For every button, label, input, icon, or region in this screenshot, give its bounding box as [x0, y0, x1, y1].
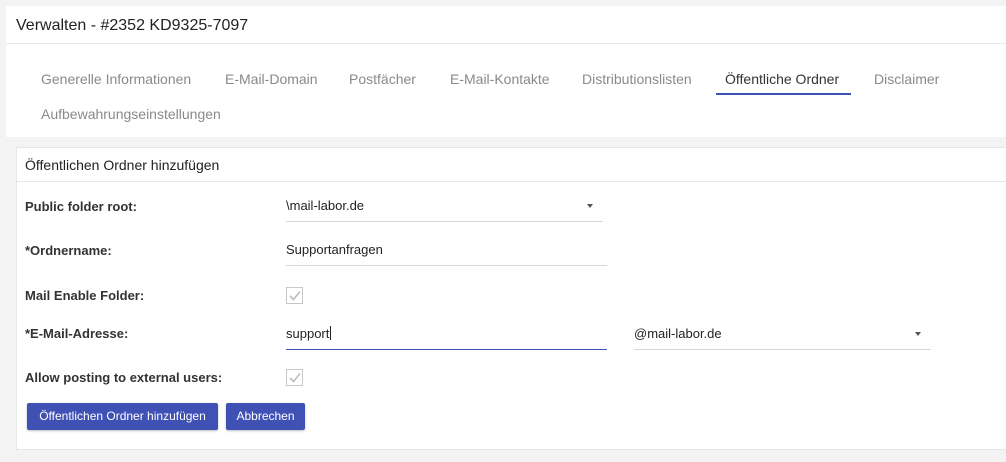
- page-title: Verwalten - #2352 KD9325-7097: [16, 17, 249, 34]
- email-address-input[interactable]: support: [286, 326, 607, 350]
- mail-enable-folder-checkbox[interactable]: [286, 287, 303, 304]
- active-tab-indicator: [716, 93, 851, 95]
- email-domain-select[interactable]: @mail-labor.de: [634, 326, 931, 350]
- add-public-folder-button[interactable]: Öffentlichen Ordner hinzufügen: [27, 403, 218, 430]
- tab-general-information[interactable]: Generelle Informationen: [41, 71, 191, 87]
- tab-retention-settings[interactable]: Aufbewahrungseinstellungen: [41, 106, 221, 122]
- folder-name-value: Supportanfragen: [286, 242, 383, 257]
- mail-enable-folder-label: Mail Enable Folder:: [25, 288, 145, 303]
- tab-public-folders[interactable]: Öffentliche Ordner: [725, 71, 839, 87]
- chevron-down-icon: [915, 332, 921, 336]
- email-address-label: *E-Mail-Adresse:: [25, 326, 129, 341]
- text-cursor: [330, 326, 332, 340]
- public-folder-root-label: Public folder root:: [25, 199, 137, 214]
- title-divider: [6, 43, 1006, 44]
- add-public-folder-card: Öffentlichen Ordner hinzufügen Public fo…: [16, 147, 1006, 450]
- tab-mailboxes[interactable]: Postfächer: [349, 71, 416, 87]
- email-domain-value: @mail-labor.de: [634, 326, 722, 341]
- cancel-button[interactable]: Abbrechen: [226, 403, 305, 430]
- tab-distribution-lists[interactable]: Distributionslisten: [582, 71, 692, 87]
- checkmark-icon: [289, 290, 301, 301]
- public-folder-root-value: \mail-labor.de: [286, 198, 365, 213]
- email-address-value: support: [286, 326, 332, 341]
- folder-name-label: *Ordnername:: [25, 243, 112, 258]
- tab-email-contacts[interactable]: E-Mail-Kontakte: [450, 71, 550, 87]
- public-folder-root-select[interactable]: \mail-labor.de: [286, 198, 603, 222]
- checkmark-icon: [289, 372, 301, 383]
- folder-name-input[interactable]: Supportanfragen: [286, 242, 607, 266]
- allow-external-posting-checkbox[interactable]: [286, 369, 303, 386]
- manage-header-card: Verwalten - #2352 KD9325-7097 Generelle …: [6, 6, 1006, 137]
- card-divider: [17, 181, 1006, 182]
- allow-external-posting-label: Allow posting to external users:: [25, 370, 223, 385]
- tab-email-domain[interactable]: E-Mail-Domain: [225, 71, 318, 87]
- tab-disclaimer[interactable]: Disclaimer: [874, 71, 939, 87]
- card-title: Öffentlichen Ordner hinzufügen: [25, 157, 220, 173]
- chevron-down-icon: [587, 204, 593, 208]
